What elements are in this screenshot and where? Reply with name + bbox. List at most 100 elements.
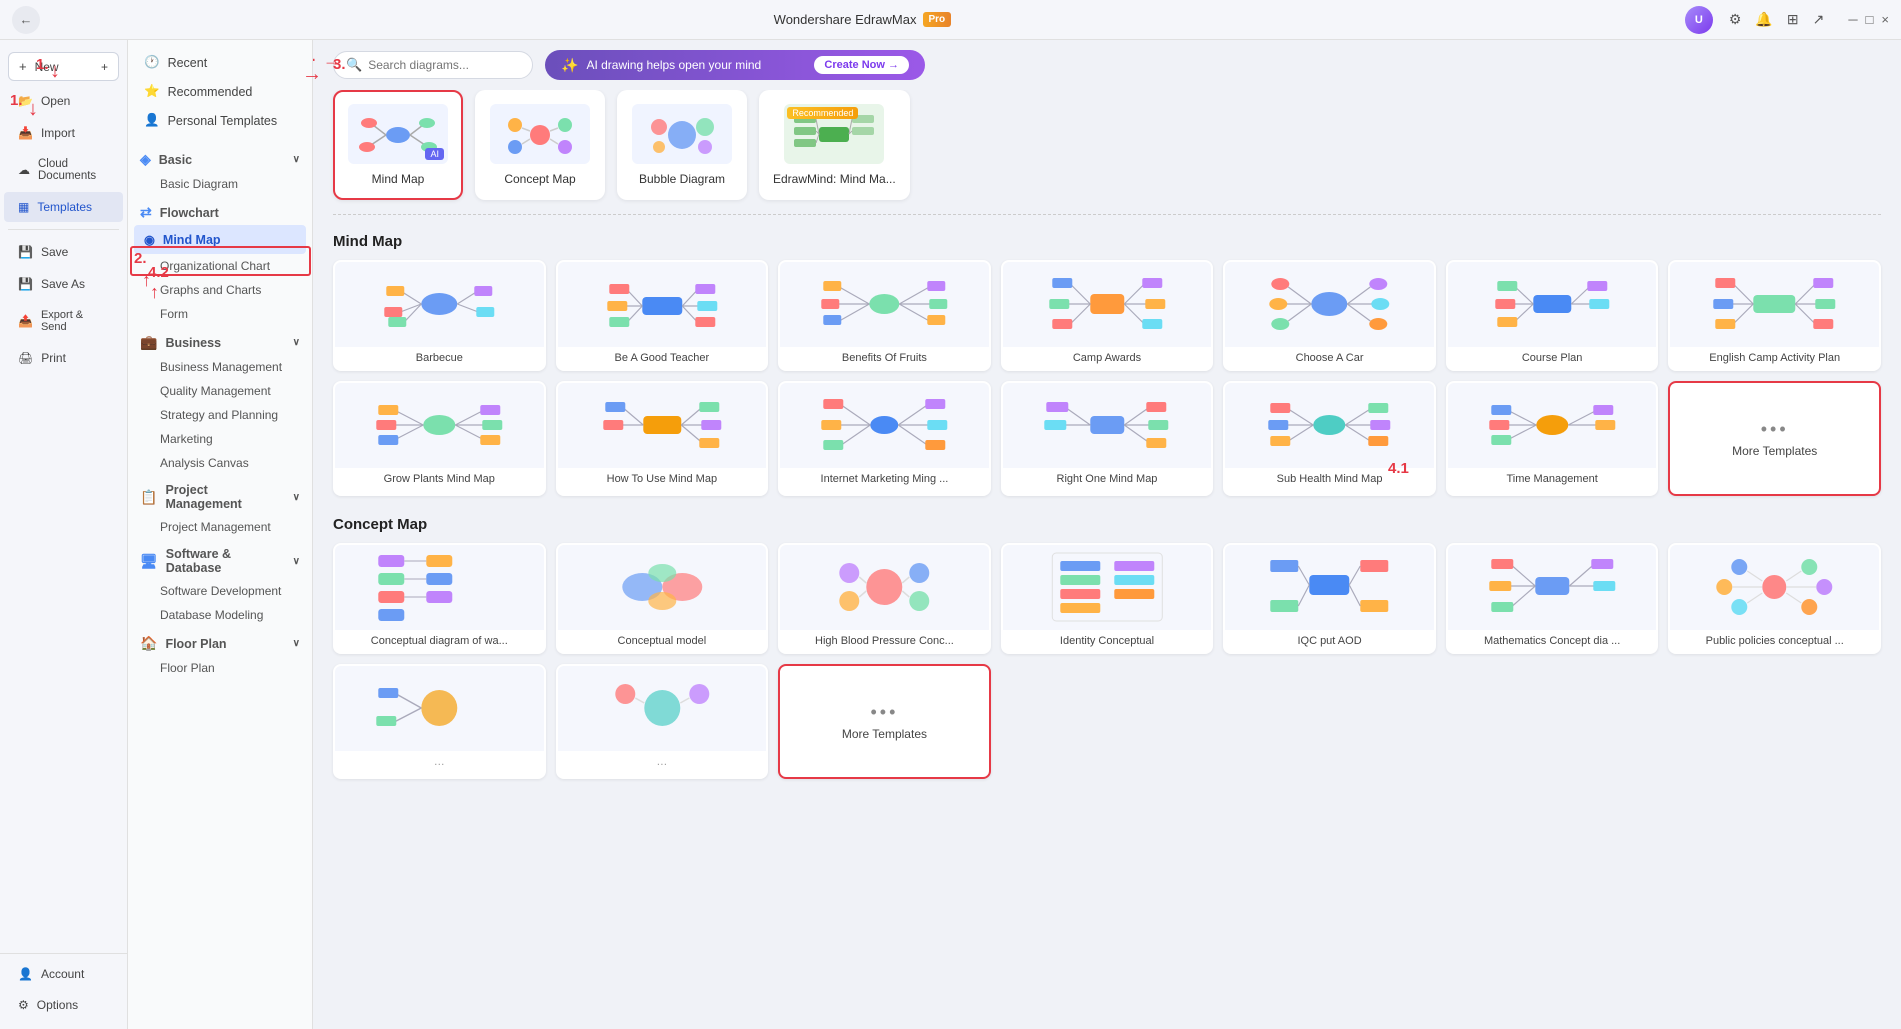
- template-fruits[interactable]: Benefits Of Fruits: [778, 260, 991, 371]
- more-mindmap-templates[interactable]: ••• More Templates: [1668, 381, 1881, 496]
- template-public-policies[interactable]: Public policies conceptual ...: [1668, 543, 1881, 654]
- template-right-one[interactable]: Right One Mind Map: [1001, 381, 1214, 496]
- template-concept-extra-1[interactable]: …: [333, 664, 546, 779]
- concept-extra-2-thumb: [558, 666, 767, 751]
- create-now-button[interactable]: Create Now →: [814, 56, 909, 74]
- how-to-use-thumb: [558, 383, 767, 468]
- camp-awards-label: Camp Awards: [1003, 347, 1212, 369]
- search-input[interactable]: [368, 58, 508, 72]
- close-button[interactable]: ×: [1881, 12, 1889, 27]
- template-time-management[interactable]: Time Management: [1446, 381, 1659, 496]
- search-box[interactable]: 🔍: [333, 51, 533, 79]
- sidebar-item-save-as[interactable]: 💾 Save As: [4, 269, 123, 299]
- ai-banner[interactable]: ✨ AI drawing helps open your mind Create…: [545, 50, 925, 80]
- personal-icon: 👤: [144, 113, 160, 128]
- nav-sub-analysis[interactable]: Analysis Canvas: [128, 451, 312, 475]
- nav-sub-software-dev[interactable]: Software Development: [128, 579, 312, 603]
- save-as-label: Save As: [41, 277, 85, 291]
- nav-recent[interactable]: 🕐 Recent: [128, 48, 312, 77]
- sidebar-bottom: 👤 Account ⚙ Options: [0, 953, 127, 1021]
- nav-sub-graphs[interactable]: Graphs and Charts: [128, 278, 312, 302]
- import-icon: 📥: [18, 126, 33, 140]
- diagram-type-edrawmind[interactable]: Recommended EdrawM: [759, 90, 910, 200]
- minimize-button[interactable]: ─: [1848, 12, 1857, 27]
- sidebar-item-new[interactable]: + New +: [8, 52, 119, 81]
- nav-sub-orgchart[interactable]: Organizational Chart: [128, 254, 312, 278]
- maximize-button[interactable]: □: [1866, 12, 1874, 27]
- diagram-type-bubble[interactable]: Bubble Diagram: [617, 90, 747, 200]
- how-to-use-label: How To Use Mind Map: [558, 468, 767, 490]
- nav-sub-strategy[interactable]: Strategy and Planning: [128, 403, 312, 427]
- nav-personal[interactable]: 👤 Personal Templates: [128, 106, 312, 135]
- nav-sub-floorplan[interactable]: Floor Plan: [128, 656, 312, 680]
- diagram-type-conceptmap[interactable]: Concept Map: [475, 90, 605, 200]
- good-teacher-thumb: [558, 262, 767, 347]
- template-conceptual-model[interactable]: Conceptual model: [556, 543, 769, 654]
- nav-sub-biz-mgmt[interactable]: Business Management: [128, 355, 312, 379]
- sidebar-item-import[interactable]: 📥 Import: [4, 118, 123, 148]
- project-chevron: ∨: [293, 492, 300, 503]
- nav-sub-basic-diagram[interactable]: Basic Diagram: [128, 172, 312, 196]
- project-label: Project Management: [165, 483, 284, 511]
- export-label: Export & Send: [41, 309, 109, 333]
- main-topbar: 3. → 🔍 ✨ AI drawing helps open your mind…: [313, 40, 1901, 90]
- options-label: Options: [37, 998, 78, 1012]
- template-grow-plants[interactable]: Grow Plants Mind Map: [333, 381, 546, 496]
- nav-cat-project[interactable]: 📋 Project Management ∨: [128, 475, 312, 515]
- diagram-type-mindmap[interactable]: AI Mind Map: [333, 90, 463, 200]
- template-concept-extra-2[interactable]: …: [556, 664, 769, 779]
- sidebar-item-account[interactable]: 👤 Account: [4, 959, 123, 989]
- avatar[interactable]: U: [1685, 6, 1713, 34]
- settings-icon[interactable]: ⚙: [1729, 11, 1742, 28]
- template-how-to-use[interactable]: How To Use Mind Map: [556, 381, 769, 496]
- template-good-teacher[interactable]: Be A Good Teacher: [556, 260, 769, 371]
- sidebar-item-export[interactable]: 📤 Export & Send: [4, 301, 123, 341]
- conceptmap-preview-img: [490, 104, 590, 164]
- new-label: New: [35, 60, 59, 74]
- template-barbecue[interactable]: Barbecue: [333, 260, 546, 371]
- nav-sub-form[interactable]: Form: [128, 302, 312, 326]
- template-conceptual-wa[interactable]: Conceptual diagram of wa...: [333, 543, 546, 654]
- share-icon[interactable]: ↗: [1813, 11, 1825, 28]
- notification-icon[interactable]: 🔔: [1755, 11, 1772, 28]
- grow-plants-label: Grow Plants Mind Map: [335, 468, 544, 490]
- template-iqc-aod[interactable]: IQC put AOD: [1223, 543, 1436, 654]
- nav-sub-database[interactable]: Database Modeling: [128, 603, 312, 627]
- template-english-camp[interactable]: English Camp Activity Plan: [1668, 260, 1881, 371]
- nav-cat-flowchart[interactable]: ⇄ Flowchart: [128, 196, 312, 225]
- nav-cat-basic[interactable]: ◈ Basic ∨: [128, 143, 312, 172]
- layout-icon[interactable]: ⊞: [1787, 11, 1799, 28]
- nav-sub-marketing[interactable]: Marketing: [128, 427, 312, 451]
- sidebar-item-templates[interactable]: ▦ Templates: [4, 192, 123, 222]
- nav-cat-floorplan[interactable]: 🏠 Floor Plan ∨: [128, 627, 312, 656]
- nav-sub-project-mgmt[interactable]: Project Management: [128, 515, 312, 539]
- template-sub-health[interactable]: Sub Health Mind Map: [1223, 381, 1436, 496]
- mathematics-label: Mathematics Concept dia ...: [1448, 630, 1657, 652]
- template-mathematics[interactable]: Mathematics Concept dia ...: [1446, 543, 1659, 654]
- nav-recommended[interactable]: ⭐ Recommended: [128, 77, 312, 106]
- sidebar-item-options[interactable]: ⚙ Options: [4, 990, 123, 1020]
- english-camp-label: English Camp Activity Plan: [1670, 347, 1879, 369]
- nav-cat-mindmap[interactable]: ◉ Mind Map: [134, 225, 306, 254]
- mindmap-template-grid: Barbecue Be A Good Teacher: [313, 260, 1901, 387]
- template-choose-car[interactable]: Choose A Car: [1223, 260, 1436, 371]
- template-camp-awards[interactable]: Camp Awards: [1001, 260, 1214, 371]
- nav-cat-software[interactable]: 🖥 Software & Database ∨: [128, 539, 312, 579]
- right-one-label: Right One Mind Map: [1003, 468, 1212, 490]
- more-concept-templates[interactable]: ••• More Templates: [778, 664, 991, 779]
- back-button[interactable]: ←: [12, 6, 40, 34]
- nav-cat-business[interactable]: 💼 Business ∨: [128, 326, 312, 355]
- save-icon: 💾: [18, 245, 33, 259]
- template-course-plan[interactable]: Course Plan: [1446, 260, 1659, 371]
- recommended-icon: ⭐: [144, 84, 160, 99]
- sidebar-item-print[interactable]: 🖨 Print: [4, 343, 123, 373]
- basic-chevron: ∨: [293, 154, 300, 165]
- public-policies-thumb: [1670, 545, 1879, 630]
- conceptual-wa-thumb: [335, 545, 544, 630]
- nav-sub-quality[interactable]: Quality Management: [128, 379, 312, 403]
- template-internet-marketing[interactable]: Internet Marketing Ming ...: [778, 381, 991, 496]
- template-identity[interactable]: Identity Conceptual: [1001, 543, 1214, 654]
- template-high-blood[interactable]: High Blood Pressure Conc...: [778, 543, 991, 654]
- sidebar-item-save[interactable]: 💾 Save 4.2: [4, 237, 123, 267]
- sidebar-item-cloud[interactable]: ☁ Cloud Documents: [4, 150, 123, 190]
